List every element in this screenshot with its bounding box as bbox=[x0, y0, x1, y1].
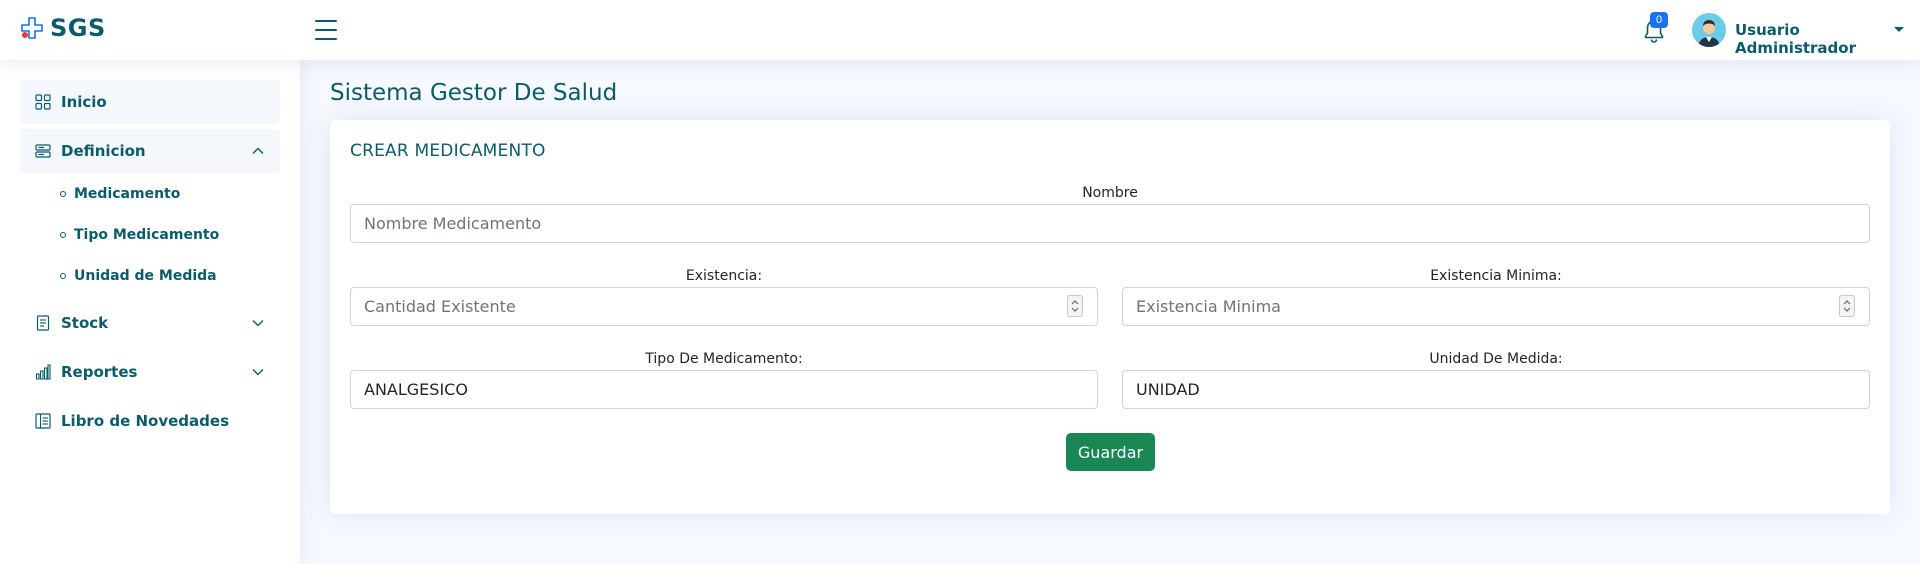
bullet-icon bbox=[60, 190, 66, 197]
grid-icon bbox=[35, 94, 51, 110]
journal-icon bbox=[36, 315, 50, 331]
user-avatar-icon bbox=[1692, 13, 1726, 47]
tipo-medicamento-label: Tipo De Medicamento: bbox=[645, 351, 803, 367]
existencia-minima-input[interactable] bbox=[1122, 287, 1870, 326]
sidebar-subitem-medicamento[interactable]: Medicamento bbox=[20, 173, 280, 214]
bar-chart-icon bbox=[35, 364, 51, 380]
unidad-medida-label: Unidad De Medida: bbox=[1429, 351, 1563, 367]
chevron-up-icon bbox=[252, 147, 264, 154]
user-menu-name[interactable]: Usuario Administrador bbox=[1735, 21, 1920, 57]
notification-badge: 0 bbox=[1650, 12, 1668, 28]
sidebar-toggle-icon[interactable] bbox=[313, 18, 339, 42]
existencia-minima-label: Existencia Minima: bbox=[1430, 268, 1562, 284]
top-header: SGS 0 Usuario Administrador bbox=[0, 0, 1920, 60]
medical-cross-logo-icon bbox=[21, 17, 43, 39]
bullet-icon bbox=[60, 231, 66, 238]
nombre-input[interactable] bbox=[350, 204, 1870, 243]
menu-button-icon bbox=[35, 144, 51, 158]
sidebar-item-label: Stock bbox=[61, 314, 109, 332]
chevron-down-icon bbox=[252, 320, 264, 327]
sidebar-item-reportes[interactable]: Reportes bbox=[20, 350, 280, 394]
sidebar-item-inicio[interactable]: Inicio bbox=[20, 80, 280, 124]
page-title: Sistema Gestor De Salud bbox=[330, 80, 618, 106]
existencia-label: Existencia: bbox=[685, 268, 763, 284]
sidebar-subitem-label: Medicamento bbox=[74, 185, 181, 202]
sidebar-item-stock[interactable]: Stock bbox=[20, 301, 280, 345]
brand-name: SGS bbox=[50, 14, 106, 42]
unidad-medida-select[interactable]: UNIDAD bbox=[1122, 370, 1870, 409]
sidebar-subitem-unidad-de-medida[interactable]: Unidad de Medida bbox=[20, 255, 280, 296]
sidebar-item-definicion[interactable]: Definicion bbox=[20, 129, 280, 173]
tipo-medicamento-select[interactable]: ANALGESICO bbox=[350, 370, 1098, 409]
definicion-submenu: Medicamento Tipo Medicamento Unidad de M… bbox=[20, 173, 280, 296]
tipo-medicamento-value: ANALGESICO bbox=[364, 380, 468, 399]
bullet-icon bbox=[60, 272, 66, 279]
nombre-label: Nombre bbox=[1082, 185, 1138, 201]
stepper-arrows-icon bbox=[1071, 300, 1079, 312]
create-medicine-card: CREAR MEDICAMENTO Nombre Existencia: Exi… bbox=[330, 120, 1890, 514]
save-button[interactable]: Guardar bbox=[1066, 433, 1155, 471]
stepper-arrows-icon bbox=[1843, 300, 1851, 312]
user-avatar[interactable] bbox=[1692, 13, 1726, 47]
sidebar-item-label: Reportes bbox=[61, 363, 138, 381]
chevron-down-icon bbox=[252, 369, 264, 376]
sidebar-subitem-tipo-medicamento[interactable]: Tipo Medicamento bbox=[20, 214, 280, 255]
existencia-input[interactable] bbox=[350, 287, 1098, 326]
card-title: CREAR MEDICAMENTO bbox=[350, 141, 546, 161]
layout-text-icon bbox=[35, 413, 51, 429]
sidebar: Inicio Definicion Medicamento Tipo Medic… bbox=[0, 60, 300, 564]
sidebar-item-label: Inicio bbox=[61, 93, 107, 111]
sidebar-item-label: Definicion bbox=[61, 142, 146, 160]
existencia-minima-stepper[interactable] bbox=[1839, 295, 1855, 317]
sidebar-subitem-label: Tipo Medicamento bbox=[74, 226, 220, 243]
sidebar-item-label: Libro de Novedades bbox=[61, 412, 230, 430]
unidad-medida-value: UNIDAD bbox=[1136, 380, 1200, 399]
sidebar-item-libro-de-novedades[interactable]: Libro de Novedades bbox=[20, 399, 280, 443]
sidebar-subitem-label: Unidad de Medida bbox=[74, 267, 217, 284]
existencia-stepper[interactable] bbox=[1067, 295, 1083, 317]
brand-logo[interactable]: SGS bbox=[20, 14, 106, 42]
caret-down-icon[interactable] bbox=[1894, 27, 1904, 32]
